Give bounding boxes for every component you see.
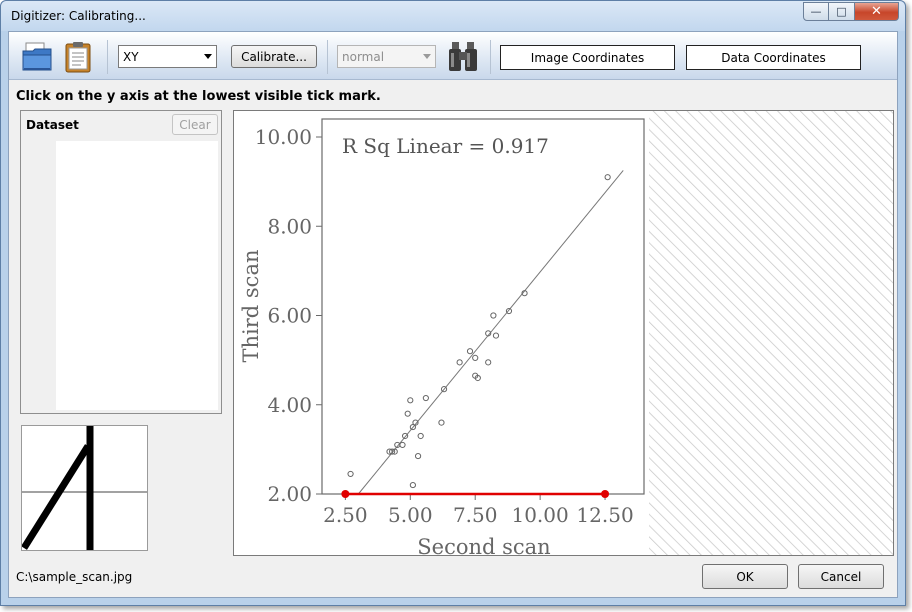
x-axis-label: Second scan (417, 535, 550, 556)
point-style-select[interactable]: normal (337, 45, 436, 68)
clear-button[interactable]: Clear (172, 114, 218, 135)
binoculars-icon (449, 42, 477, 71)
maximize-button[interactable]: □ (829, 2, 855, 21)
out-of-image-region (649, 111, 893, 555)
minimize-button[interactable]: — (803, 2, 829, 21)
toolbar-separator (107, 40, 108, 74)
toolbar-separator (490, 40, 491, 74)
y-tick-label: 8.00 (267, 214, 312, 238)
maximize-icon: □ (836, 5, 847, 18)
dataset-label: Dataset (26, 118, 79, 132)
x-tick-label: 5.00 (388, 503, 433, 527)
digitizer-window: Digitizer: Calibrating... — □ ✕ XY Calib… (0, 0, 906, 606)
dataset-panel: Dataset Clear (20, 110, 222, 414)
mode-select-value: XY (123, 49, 139, 64)
y-axis-label: Third scan (239, 250, 263, 363)
scanned-chart[interactable]: R Sq Linear = 0.917 2.00 4.00 6.00 8.00 10.0… (234, 111, 894, 556)
toolbar-separator (327, 40, 328, 74)
open-button[interactable] (21, 40, 55, 74)
x-tick-label: 2.50 (323, 503, 368, 527)
x-tick-label: 12.50 (576, 503, 633, 527)
file-path: C:\sample_scan.jpg (16, 570, 133, 584)
scanned-image-canvas[interactable]: R Sq Linear = 0.917 2.00 4.00 6.00 8.00 10.0… (233, 110, 894, 556)
x-axis: 2.50 5.00 7.50 10.00 12.50 (323, 494, 634, 527)
chevron-down-icon (204, 54, 212, 59)
minimize-icon: — (810, 5, 822, 18)
zoom-button[interactable] (446, 39, 480, 73)
magnifier-view (21, 425, 148, 551)
paste-clipboard-icon (65, 42, 91, 73)
close-button[interactable]: ✕ (855, 2, 899, 21)
y-tick-label: 6.00 (267, 304, 312, 328)
mode-select[interactable]: XY (118, 45, 217, 68)
chevron-down-icon (423, 54, 431, 59)
open-folder-icon (22, 42, 52, 71)
y-tick-label: 10.00 (255, 125, 312, 149)
toolbar: XY Calibrate... normal Image Coordinates… (9, 32, 897, 80)
x-tick-label: 10.00 (511, 503, 568, 527)
dataset-list[interactable] (56, 141, 218, 410)
point-style-select-value: normal (342, 49, 385, 64)
plot-frame (321, 118, 645, 495)
x-tick-label: 7.50 (453, 503, 498, 527)
y-tick-label: 4.00 (267, 393, 312, 417)
calibrate-button[interactable]: Calibrate... (231, 45, 317, 68)
instruction-text: Click on the y axis at the lowest visibl… (16, 89, 381, 104)
window-title: Digitizer: Calibrating... (11, 9, 146, 23)
close-icon: ✕ (871, 4, 882, 19)
paste-button[interactable] (61, 40, 95, 74)
image-coordinates-display: Image Coordinates (500, 45, 675, 70)
ok-button[interactable]: OK (702, 564, 788, 589)
cancel-button[interactable]: Cancel (798, 564, 884, 589)
window-controls: — □ ✕ (803, 2, 899, 21)
client-area: XY Calibrate... normal Image Coordinates… (8, 31, 898, 598)
y-axis: 2.00 4.00 6.00 8.00 10.00 (255, 125, 322, 506)
data-coordinates-display: Data Coordinates (686, 45, 861, 70)
calibration-point-end[interactable] (601, 490, 610, 498)
y-tick-label: 2.00 (267, 482, 312, 506)
r-squared-annotation: R Sq Linear = 0.917 (342, 134, 549, 158)
magnifier-preview (22, 426, 147, 550)
title-bar[interactable]: Digitizer: Calibrating... — □ ✕ (1, 1, 905, 31)
calibration-point-start[interactable] (341, 490, 350, 498)
